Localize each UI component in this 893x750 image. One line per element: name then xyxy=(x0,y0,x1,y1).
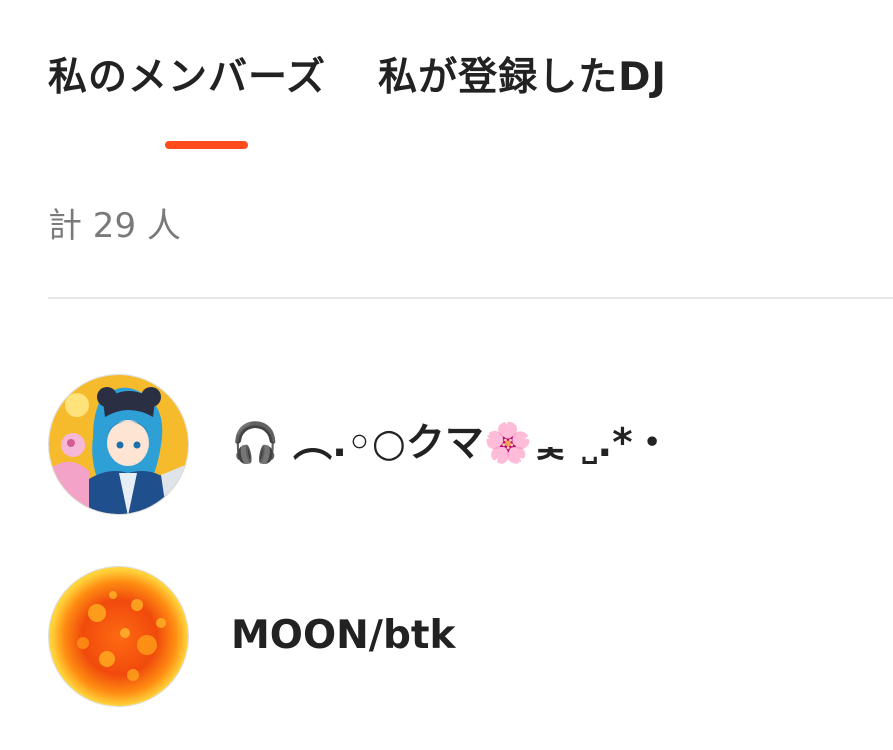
divider xyxy=(48,297,893,299)
anime-character-avatar-icon xyxy=(49,374,188,514)
tab-bar: 私のメンバーズ 私が登録したDJ xyxy=(48,48,667,158)
tab-my-members[interactable]: 私のメンバーズ xyxy=(48,48,326,158)
avatar[interactable] xyxy=(48,373,189,515)
tab-registered-djs[interactable]: 私が登録したDJ xyxy=(378,48,667,158)
member-count: 計 29 人 xyxy=(48,206,181,246)
tab-my-members-label: 私のメンバーズ xyxy=(48,55,327,100)
active-tab-indicator xyxy=(165,141,248,149)
avatar[interactable] xyxy=(48,565,189,707)
member-name: 🎧 ︵.◦○クマ🌸ᆾ ˽.*・ xyxy=(231,421,672,466)
member-name: MOON/btk xyxy=(231,613,456,658)
sun-avatar-icon xyxy=(49,566,188,706)
tab-registered-djs-label: 私が登録したDJ xyxy=(378,55,667,100)
list-item[interactable]: MOON/btk xyxy=(48,564,893,708)
list-item[interactable]: 🎧 ︵.◦○クマ🌸ᆾ ˽.*・ xyxy=(48,372,893,516)
